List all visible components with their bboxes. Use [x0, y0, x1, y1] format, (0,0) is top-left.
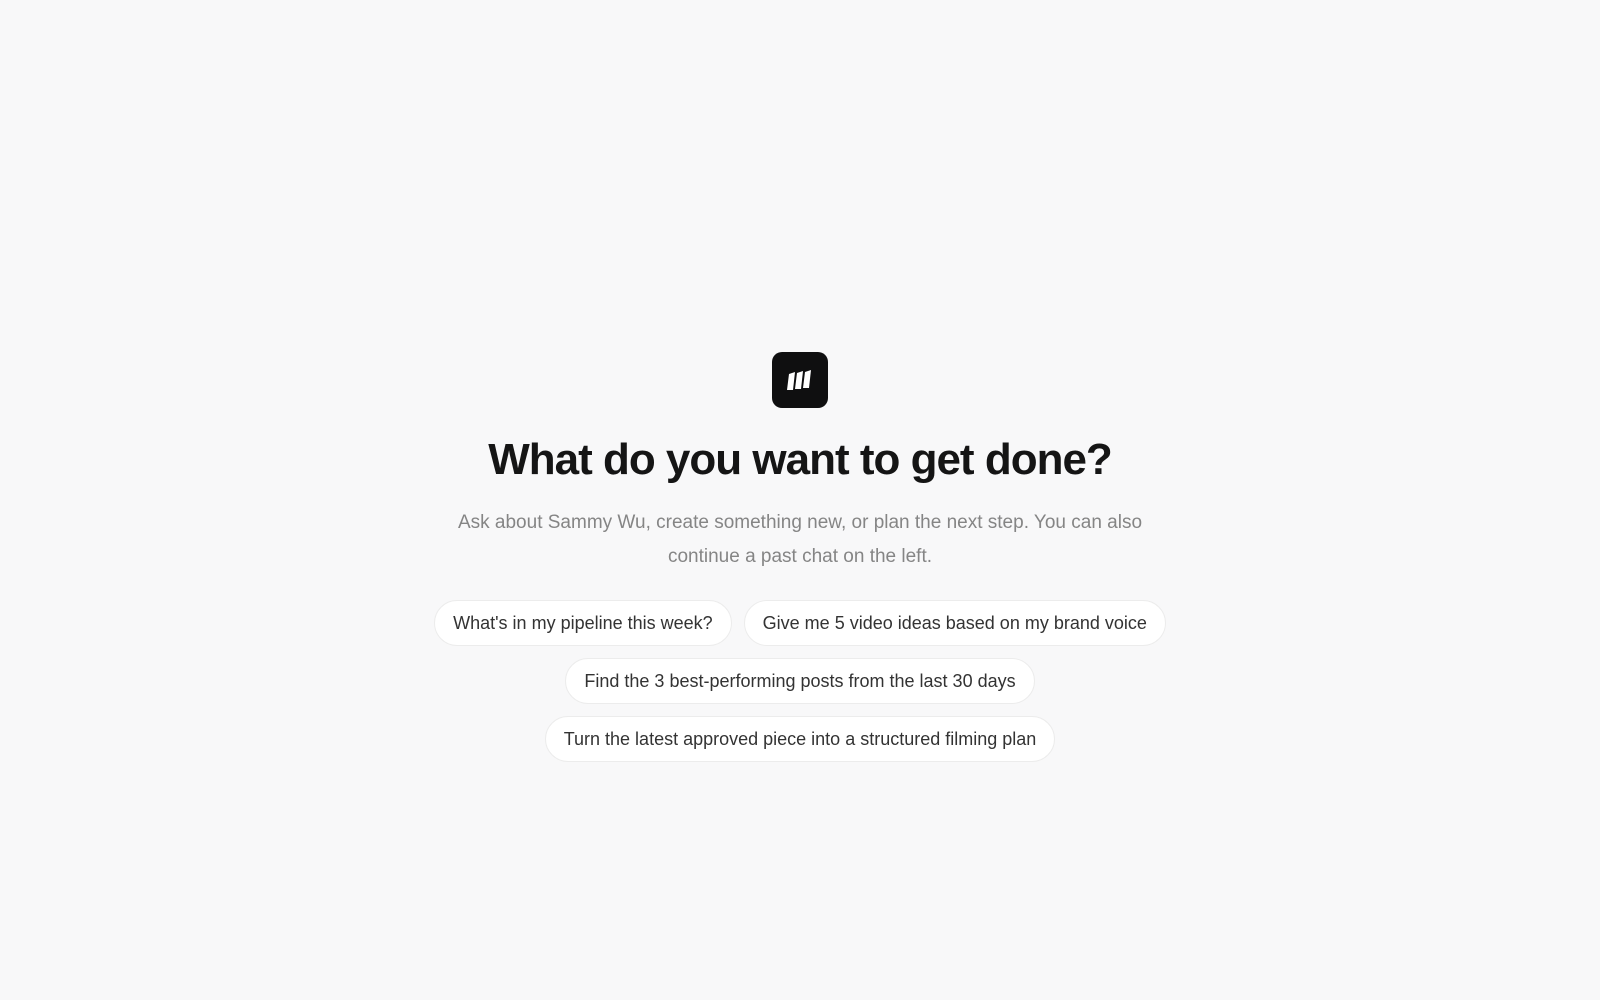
- brand-logo: [772, 352, 828, 408]
- suggestion-row-3: Turn the latest approved piece into a st…: [390, 716, 1210, 762]
- brand-logo-icon: [787, 370, 811, 390]
- hero-section: What do you want to get done? Ask about …: [0, 352, 1600, 762]
- page-subtitle: Ask about Sammy Wu, create something new…: [457, 512, 1143, 567]
- suggestion-row-2: Find the 3 best-performing posts from th…: [390, 658, 1210, 704]
- suggestion-row-1: What's in my pipeline this week? Give me…: [390, 600, 1210, 646]
- new-chat-empty-state: What do you want to get done? Ask about …: [0, 0, 1600, 1000]
- suggestion-chip[interactable]: Turn the latest approved piece into a st…: [544, 716, 1056, 762]
- suggestion-chip[interactable]: Find the 3 best-performing posts from th…: [565, 658, 1035, 704]
- suggestion-chips: What's in my pipeline this week? Give me…: [390, 600, 1210, 762]
- page-title: What do you want to get done?: [488, 435, 1113, 484]
- suggestion-chip[interactable]: What's in my pipeline this week?: [434, 600, 732, 646]
- suggestion-chip[interactable]: Give me 5 video ideas based on my brand …: [743, 600, 1166, 646]
